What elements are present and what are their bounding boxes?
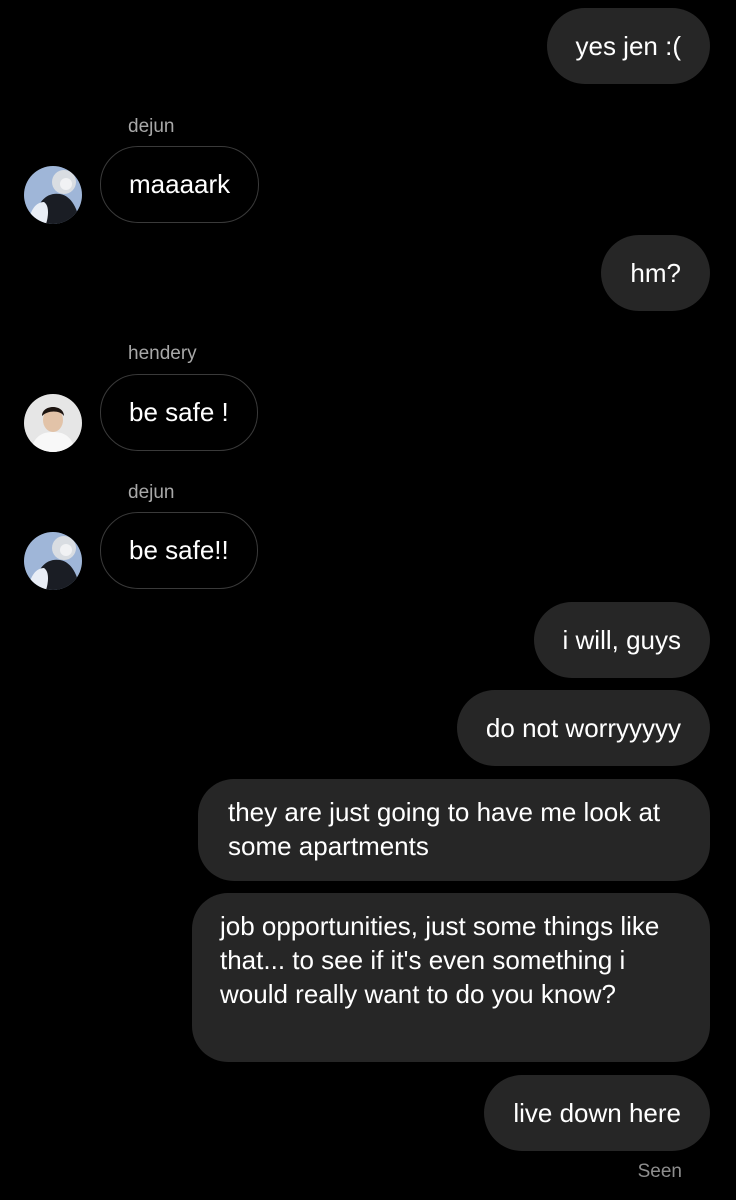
hendery-avatar-image [24, 394, 82, 452]
outgoing-message-bubble[interactable]: do not worryyyyy [456, 690, 710, 766]
incoming-message-bubble[interactable]: maaaark [100, 146, 260, 223]
dejun-avatar-image [24, 166, 82, 224]
sender-name: hendery [128, 343, 197, 364]
sender-name: dejun [128, 482, 175, 503]
dejun-avatar[interactable] [24, 532, 82, 590]
outgoing-message-bubble[interactable]: they are just going to have me look at s… [198, 779, 710, 881]
seen-status: Seen [637, 1161, 682, 1182]
message-thread: yes jen :( dejun maaaark hm? hendery be … [0, 0, 736, 1200]
hendery-avatar[interactable] [24, 394, 82, 452]
dejun-avatar-image [24, 532, 82, 590]
incoming-message-bubble[interactable]: be safe!! [100, 512, 258, 589]
outgoing-message-bubble[interactable]: yes jen :( [546, 8, 710, 84]
sender-name: dejun [128, 116, 175, 137]
outgoing-message-bubble[interactable]: job opportunities, just some things like… [192, 893, 710, 1062]
outgoing-message-bubble[interactable]: hm? [601, 235, 710, 311]
dejun-avatar[interactable] [24, 166, 82, 224]
outgoing-message-bubble[interactable]: live down here [484, 1075, 710, 1151]
incoming-message-bubble[interactable]: be safe ! [100, 374, 258, 451]
outgoing-message-bubble[interactable]: i will, guys [533, 602, 710, 678]
